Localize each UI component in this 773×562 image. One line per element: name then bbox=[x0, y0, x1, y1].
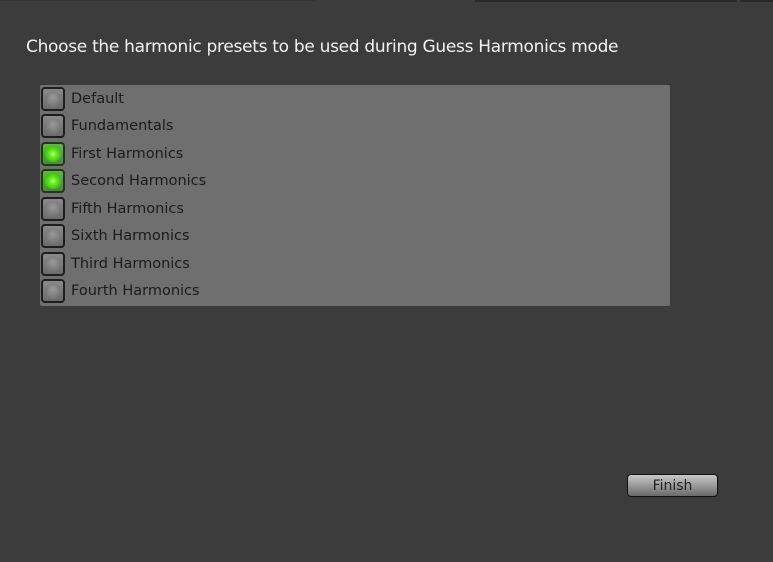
preset-label: Second Harmonics bbox=[71, 173, 207, 190]
unchecked-indicator-icon bbox=[45, 118, 61, 135]
preset-checkbox[interactable] bbox=[41, 279, 65, 304]
dialog-title: Choose the harmonic presets to be used d… bbox=[26, 37, 619, 57]
preset-checkbox[interactable] bbox=[41, 196, 65, 221]
preset-list: Default Fundamentals First Harmonics Second… bbox=[40, 85, 670, 306]
preset-label: Default bbox=[71, 90, 124, 107]
preset-checkbox[interactable] bbox=[41, 251, 65, 276]
preset-item[interactable]: Fourth Harmonics bbox=[40, 278, 670, 306]
preset-item[interactable]: Fundamentals bbox=[40, 113, 670, 141]
preset-label: Fourth Harmonics bbox=[71, 283, 200, 300]
unchecked-indicator-icon bbox=[45, 90, 61, 107]
preset-checkbox[interactable] bbox=[41, 169, 65, 194]
finish-button[interactable]: Finish bbox=[627, 474, 718, 497]
unchecked-indicator-icon bbox=[45, 255, 61, 272]
preset-item[interactable]: Default bbox=[40, 85, 670, 113]
preset-label: First Harmonics bbox=[71, 145, 184, 162]
preset-checkbox[interactable] bbox=[41, 224, 65, 249]
unchecked-indicator-icon bbox=[45, 200, 61, 217]
unchecked-indicator-icon bbox=[45, 228, 61, 245]
preset-item[interactable]: Fifth Harmonics bbox=[40, 195, 670, 223]
top-divider-left bbox=[0, 0, 315, 1]
preset-label: Third Harmonics bbox=[71, 255, 190, 272]
preset-item[interactable]: Third Harmonics bbox=[40, 250, 670, 278]
preset-checkbox[interactable] bbox=[41, 86, 65, 111]
preset-item[interactable]: First Harmonics bbox=[40, 140, 670, 168]
preset-label: Fundamentals bbox=[71, 118, 174, 135]
checked-indicator-icon bbox=[45, 173, 61, 190]
unchecked-indicator-icon bbox=[45, 283, 61, 300]
top-divider-right bbox=[475, 0, 737, 2]
preset-item[interactable]: Sixth Harmonics bbox=[40, 223, 670, 251]
preset-checkbox[interactable] bbox=[41, 114, 65, 139]
preset-label: Sixth Harmonics bbox=[71, 228, 190, 245]
top-divider-right-end bbox=[740, 0, 773, 2]
checked-indicator-icon bbox=[45, 145, 61, 162]
preset-label: Fifth Harmonics bbox=[71, 200, 184, 217]
preset-item[interactable]: Second Harmonics bbox=[40, 168, 670, 196]
preset-checkbox[interactable] bbox=[41, 141, 65, 166]
